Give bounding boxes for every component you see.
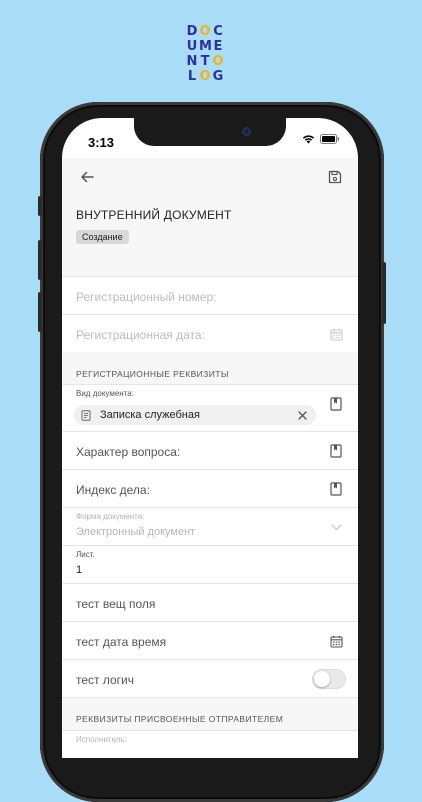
case-index-placeholder: Индекс дела: — [76, 483, 150, 497]
logo-letter: C — [213, 24, 223, 39]
book-icon[interactable] — [328, 481, 344, 497]
book-icon[interactable] — [328, 443, 344, 459]
section-header-sender: РЕКВИЗИТЫ ПРИСВОЕННЫЕ ОТПРАВИТЕЛЕМ — [76, 714, 284, 724]
chevron-down-icon[interactable] — [328, 519, 344, 535]
phone-power-button — [382, 262, 386, 324]
calendar-icon[interactable] — [328, 326, 344, 342]
book-icon[interactable] — [328, 396, 344, 412]
sheets-value: 1 — [76, 564, 83, 576]
logo-letter: U — [186, 39, 198, 54]
doc-form-label: Форма документа: — [76, 512, 145, 521]
sheets-label: Лист. — [76, 550, 95, 559]
test-field-placeholder: тест вещ поля — [76, 597, 156, 611]
save-icon — [328, 170, 342, 184]
status-time: 3:13 — [88, 135, 115, 150]
reg-number-placeholder: Регистрационный номер: — [76, 290, 217, 304]
logo-letter: D — [186, 24, 198, 39]
logo-letter: O — [199, 69, 211, 84]
doc-type-label: Вид документа: — [76, 389, 134, 398]
case-index-field[interactable]: Индекс дела: — [62, 469, 358, 507]
save-button[interactable] — [324, 166, 346, 188]
document-form: ВНУТРЕННИЙ ДОКУМЕНТ Создание Регистрацио… — [62, 194, 358, 758]
toggle-knob — [314, 671, 330, 687]
reg-number-field[interactable]: Регистрационный номер: — [62, 276, 358, 314]
close-icon[interactable] — [296, 409, 308, 421]
phone-screen: 3:13 ВНУТРЕННИЙ ДОКУМЕНТ Создание Регист… — [62, 118, 358, 758]
reg-date-placeholder: Регистрационная дата: — [76, 328, 205, 342]
phone-volume-down — [38, 292, 42, 332]
phone-volume-up — [38, 240, 42, 280]
doc-type-field[interactable]: Вид документа: Записка служебная — [62, 384, 358, 431]
doc-form-value: Электронный документ — [76, 526, 196, 538]
documentolog-logo: D O C U M E N T O L O G — [186, 24, 238, 84]
test-field[interactable]: тест вещ поля — [62, 583, 358, 621]
notch — [134, 118, 286, 146]
camera-icon — [242, 127, 251, 136]
test-datetime-placeholder: тест дата время — [76, 635, 167, 649]
phone-mute-switch — [38, 196, 42, 216]
logo-letter: O — [212, 54, 224, 69]
calendar-icon[interactable] — [328, 633, 344, 649]
logo-letter: M — [199, 39, 212, 54]
doc-form-select[interactable]: Форма документа: Электронный документ — [62, 507, 358, 545]
logo-letter: N — [186, 54, 198, 69]
logo-letter: G — [212, 69, 224, 84]
question-field[interactable]: Характер вопроса: — [62, 431, 358, 469]
document-icon — [80, 409, 92, 421]
executor-field[interactable]: Исполнитель: — [62, 730, 358, 758]
reg-date-field[interactable]: Регистрационная дата: — [62, 314, 358, 352]
battery-icon — [320, 134, 339, 144]
test-datetime-field[interactable]: тест дата время — [62, 621, 358, 659]
back-button[interactable] — [76, 166, 98, 188]
logo-letter: T — [200, 54, 210, 69]
test-logic-field: тест логич — [62, 659, 358, 698]
app-bar — [62, 158, 358, 194]
sheets-field[interactable]: Лист. 1 — [62, 545, 358, 583]
doc-type-chip[interactable]: Записка служебная — [74, 405, 316, 425]
logo-letter: E — [213, 39, 223, 54]
executor-label: Исполнитель: — [76, 735, 127, 744]
status-icons — [302, 134, 340, 144]
status-badge: Создание — [76, 230, 129, 244]
logo-letter: L — [187, 69, 197, 84]
question-placeholder: Характер вопроса: — [76, 445, 181, 459]
logo-letter: O — [199, 24, 211, 39]
doc-type-value: Записка служебная — [100, 409, 200, 421]
arrow-left-icon — [81, 171, 94, 183]
document-title: ВНУТРЕННИЙ ДОКУМЕНТ — [76, 208, 232, 222]
test-logic-label: тест логич — [76, 673, 135, 687]
section-header-registration: РЕГИСТРАЦИОННЫЕ РЕКВИЗИТЫ — [76, 369, 229, 379]
wifi-icon — [302, 135, 315, 144]
test-logic-toggle[interactable] — [312, 669, 346, 689]
